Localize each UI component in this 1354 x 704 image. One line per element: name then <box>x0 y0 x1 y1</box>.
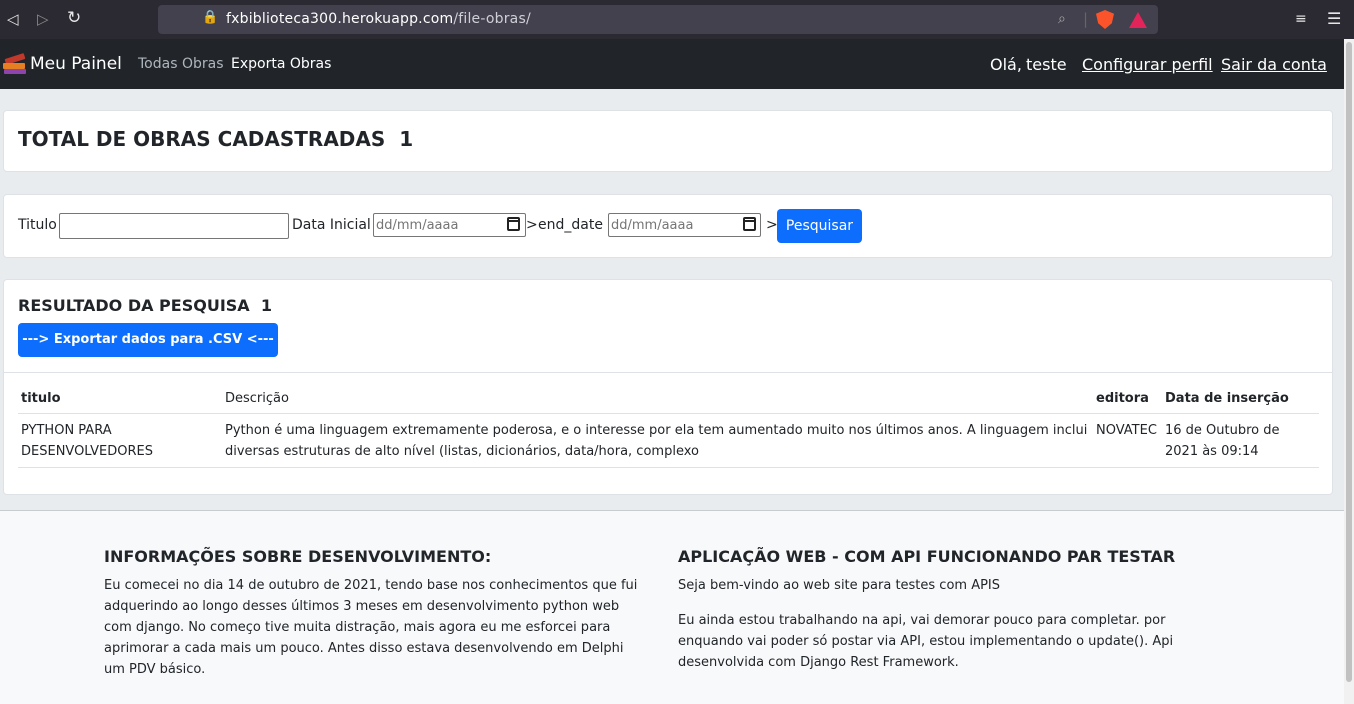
table-header-row: titulo Descrição editora Data de inserçã… <box>18 388 1319 414</box>
start-date-input[interactable] <box>373 213 526 237</box>
footer: INFORMAÇÕES SOBRE DESENVOLVIMENTO: Eu co… <box>0 511 1344 704</box>
end-date-input[interactable] <box>608 213 761 237</box>
total-heading: TOTAL DE OBRAS CADASTRADAS 1 <box>18 127 413 151</box>
rewards-icon[interactable] <box>1129 12 1147 28</box>
footer-api-column: APLICAÇÃO WEB - COM API FUNCIONANDO PAR … <box>678 547 1223 673</box>
brand[interactable]: Meu Painel <box>3 53 122 75</box>
separator-1: > <box>526 217 538 233</box>
start-date-label: Data Inicial : <box>292 217 380 233</box>
scrollbar-thumb[interactable] <box>1346 42 1352 682</box>
footer-api-welcome: Seja bem-vindo ao web site para testes c… <box>678 578 1001 593</box>
logout-link[interactable]: Sair da conta <box>1221 55 1327 74</box>
reload-icon[interactable]: ↻ <box>67 8 81 28</box>
lock-icon: 🔒 <box>202 10 219 25</box>
result-card: RESULTADO DA PESQUISA 1 ---> Exportar da… <box>3 279 1333 495</box>
nav-exporta-obras[interactable]: Exporta Obras <box>231 56 331 72</box>
divider <box>4 372 1332 373</box>
title-label: Titulo <box>18 217 57 233</box>
search-button[interactable]: Pesquisar <box>777 209 862 243</box>
zoom-icon[interactable]: ⌕ <box>1058 9 1066 29</box>
col-titulo: titulo <box>18 388 222 414</box>
cell-editora: NOVATEC <box>1093 413 1162 468</box>
result-count: 1 <box>260 296 272 315</box>
back-icon[interactable]: ◁ <box>7 9 19 29</box>
forward-icon[interactable]: ▷ <box>37 9 49 29</box>
greeting: Olá, <box>990 55 1022 74</box>
playlist-icon[interactable]: ≡ <box>1295 9 1307 29</box>
total-label: TOTAL DE OBRAS CADASTRADAS <box>18 127 386 151</box>
separator-2: > <box>766 217 778 233</box>
search-card: Titulo Data Inicial : > end_date : > Pes… <box>3 194 1333 258</box>
result-label: RESULTADO DA PESQUISA <box>18 296 250 315</box>
export-csv-button[interactable]: ---> Exportar dados para .CSV <--- <box>18 323 278 357</box>
calendar-icon[interactable] <box>743 217 756 231</box>
brand-label: Meu Painel <box>30 54 122 74</box>
profile-link[interactable]: Configurar perfil <box>1082 55 1213 74</box>
footer-info-title: INFORMAÇÕES SOBRE DESENVOLVIMENTO: <box>104 547 492 566</box>
top-navbar: Meu Painel Todas Obras Exporta Obras Olá… <box>0 39 1344 89</box>
footer-info-text: Eu comecei no dia 14 de outubro de 2021,… <box>104 578 638 677</box>
url-text[interactable]: fxbiblioteca300.herokuapp.com/file-obras… <box>226 11 531 27</box>
username: teste <box>1026 55 1067 74</box>
col-descricao: Descrição <box>222 388 1093 414</box>
col-data: Data de inserção <box>1162 388 1319 414</box>
nav-todas-obras[interactable]: Todas Obras <box>138 56 223 72</box>
separator-icon: | <box>1083 10 1089 28</box>
cell-data: 16 de Outubro de 2021 às 09:14 <box>1162 413 1319 468</box>
browser-toolbar: ◁ ▷ ↻ ⛉ 🔒 fxbiblioteca300.herokuapp.com/… <box>0 0 1354 39</box>
page-scrollbar[interactable] <box>1344 39 1354 704</box>
table-row: PYTHON PARA DESENVOLVEDORES Python é uma… <box>18 413 1319 468</box>
footer-info-column: INFORMAÇÕES SOBRE DESENVOLVIMENTO: Eu co… <box>104 547 644 680</box>
total-card: TOTAL DE OBRAS CADASTRADAS 1 <box>3 110 1333 172</box>
menu-icon[interactable]: ☰ <box>1327 9 1341 29</box>
cell-descricao: Python é uma linguagem extremamente pode… <box>222 413 1093 468</box>
total-count: 1 <box>399 127 414 151</box>
cell-titulo: PYTHON PARA DESENVOLVEDORES <box>18 413 222 468</box>
footer-api-title: APLICAÇÃO WEB - COM API FUNCIONANDO PAR … <box>678 547 1176 566</box>
results-table: titulo Descrição editora Data de inserçã… <box>18 388 1319 468</box>
col-editora: editora <box>1093 388 1162 414</box>
title-input[interactable] <box>59 213 289 239</box>
footer-api-text: Eu ainda estou trabalhando na api, vai d… <box>678 613 1174 670</box>
books-icon <box>3 53 27 75</box>
result-heading: RESULTADO DA PESQUISA 1 <box>18 296 272 315</box>
end-date-label: end_date : <box>538 217 613 233</box>
calendar-icon[interactable] <box>507 217 520 231</box>
